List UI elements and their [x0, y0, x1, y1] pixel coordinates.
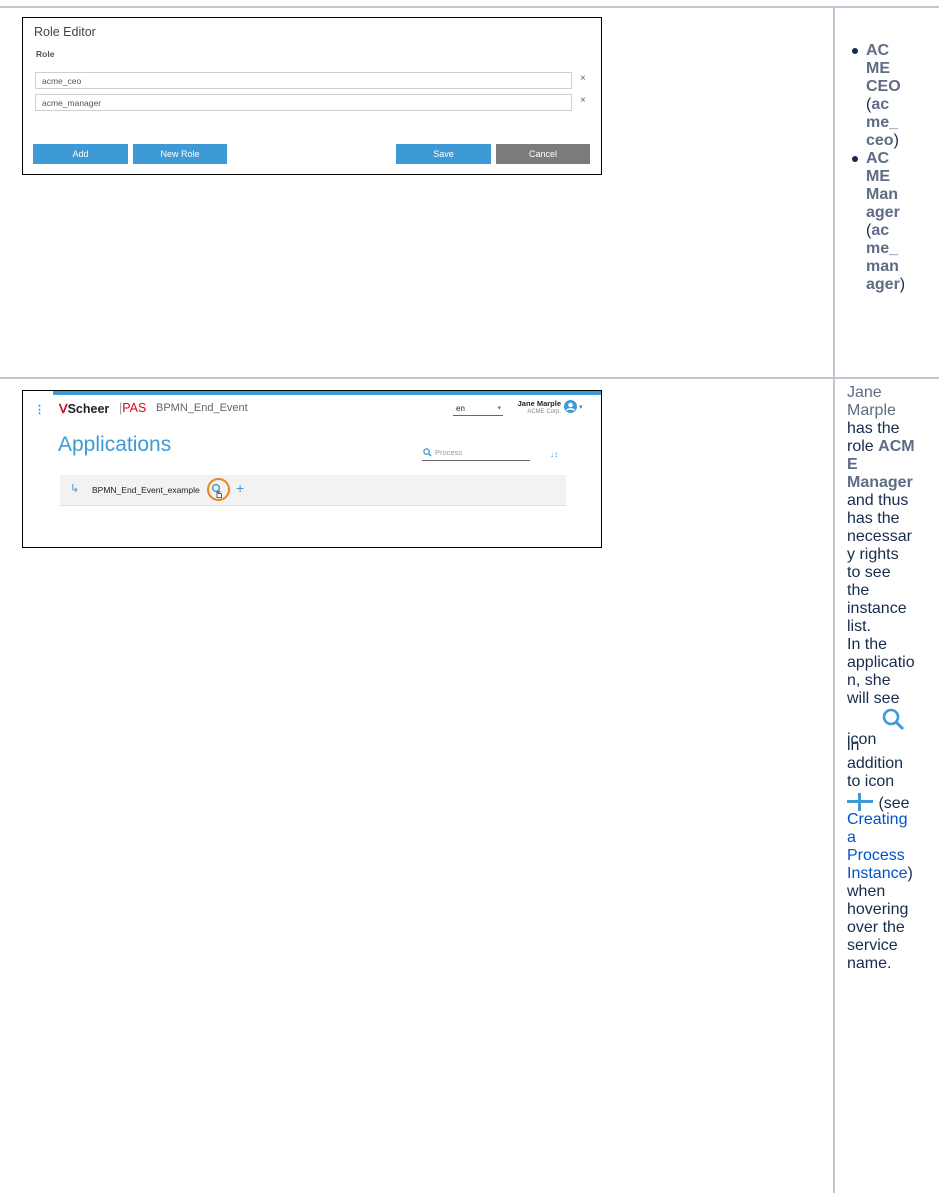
- creating-process-instance-link[interactable]: Instance: [847, 865, 907, 882]
- list-item[interactable]: ↳ BPMN_End_Event_example +: [60, 475, 566, 506]
- role-name-line: AC: [866, 42, 890, 59]
- menu-icon[interactable]: ⋮: [34, 403, 45, 416]
- text-line: Jane: [847, 384, 882, 401]
- role-name-line: CEO: [866, 78, 901, 95]
- text-line: the: [847, 582, 870, 599]
- bullet-icon: [852, 48, 858, 54]
- creating-process-instance-link[interactable]: Creating: [847, 811, 915, 829]
- chevron-down-icon: ▾: [497, 405, 501, 412]
- table-top-border: [0, 6, 939, 8]
- role-code-line: ager: [866, 276, 900, 293]
- role-code-line: me_: [866, 240, 899, 257]
- role-input-1[interactable]: acme_ceo: [35, 72, 572, 89]
- instance-search-icon[interactable]: [211, 483, 225, 499]
- add-instance-icon[interactable]: +: [236, 480, 244, 496]
- user-org: ACME Corp.: [527, 409, 561, 415]
- paren-close: ): [893, 132, 899, 149]
- icon-line: icon: [847, 708, 915, 748]
- text-line: applicatio: [847, 654, 915, 671]
- bullet-icon: [852, 156, 858, 162]
- user-name: Jane Marple: [517, 399, 561, 408]
- text-word: role: [847, 438, 874, 455]
- role-label: Role: [36, 49, 55, 59]
- text-line: to see: [847, 564, 891, 581]
- text-line: has the: [847, 510, 900, 527]
- role-code-line: ceo: [866, 132, 894, 149]
- table-column-divider: [833, 6, 835, 1193]
- process-search-input[interactable]: Process: [422, 447, 530, 461]
- text-line: n, she: [847, 672, 891, 689]
- paren-close: ): [899, 276, 906, 293]
- new-role-button[interactable]: New Role: [133, 144, 227, 164]
- text-line: will see: [847, 690, 900, 707]
- plus-icon: [847, 793, 873, 811]
- scheer-logo-text: Scheer: [67, 402, 110, 416]
- app-name: BPMN_End_Event: [156, 402, 248, 414]
- creating-process-instance-link[interactable]: Process: [847, 847, 915, 865]
- cancel-button[interactable]: Cancel: [496, 144, 590, 164]
- text-line: instance: [847, 600, 907, 617]
- language-select[interactable]: en ▾: [453, 404, 503, 416]
- text-word: (see: [878, 795, 910, 812]
- save-button[interactable]: Save: [396, 144, 491, 164]
- role-editor-title: Role Editor: [34, 25, 96, 39]
- page-title: Applications: [58, 433, 172, 456]
- text-line: addition: [847, 755, 904, 772]
- text-line: service: [847, 937, 898, 954]
- user-menu-chevron-icon[interactable]: ▾: [579, 403, 583, 411]
- text-line: In the: [847, 636, 888, 653]
- role-editor-screenshot: Role Editor Role acme_ceo × acme_manager…: [22, 17, 602, 175]
- pas-logo-text: PAS: [122, 401, 147, 415]
- text-line: y rights: [847, 546, 899, 563]
- pas-logo: |PAS: [119, 401, 146, 415]
- role-item-manager: AC ME Man ager (ac me_ man ager): [847, 150, 939, 294]
- search-icon: [882, 708, 904, 731]
- avatar-icon[interactable]: [564, 400, 577, 418]
- add-button[interactable]: Add: [33, 144, 128, 164]
- text-line: Marple: [847, 402, 896, 419]
- role-input-2[interactable]: acme_manager: [35, 94, 572, 111]
- text-line: has the: [847, 420, 900, 437]
- search-icon: [423, 448, 432, 457]
- role-name-line: E: [847, 456, 858, 473]
- text-line: necessar: [847, 528, 912, 545]
- sort-icon[interactable]: ↓↕: [550, 450, 558, 459]
- text-line: over the: [847, 919, 905, 936]
- paren-close: ): [907, 865, 913, 882]
- text-line: and thus: [847, 492, 909, 509]
- role-name-line: ME: [866, 168, 890, 185]
- top-accent-gap: [23, 391, 53, 395]
- language-value: en: [456, 404, 465, 413]
- role-name-line: AC: [866, 150, 890, 167]
- role-code-line: me_: [866, 114, 899, 131]
- role-name-line: ME: [866, 60, 890, 77]
- text-line: to icon: [847, 773, 895, 790]
- subdirectory-arrow-icon: ↳: [70, 483, 80, 495]
- search-placeholder: Process: [435, 448, 463, 457]
- text-line: when: [847, 883, 886, 900]
- role-name-line: Man: [866, 186, 898, 203]
- text-line: list.: [847, 618, 871, 635]
- roles-list: AC ME CEO (ac me_ ceo) AC ME Man ager (a…: [847, 42, 939, 294]
- role-code-line: man: [866, 258, 899, 275]
- service-name[interactable]: BPMN_End_Event_example: [92, 485, 200, 495]
- text-line: hovering: [847, 901, 909, 918]
- role-code-line: ac: [871, 222, 890, 239]
- role-item-ceo: AC ME CEO (ac me_ ceo): [847, 42, 939, 150]
- top-accent-bar: [23, 391, 601, 395]
- scheer-mark-icon: Ⅴ: [59, 402, 68, 416]
- scheer-logo: ⅤScheer: [59, 401, 109, 416]
- table-row-divider: [0, 377, 939, 379]
- text-line: name.: [847, 955, 892, 972]
- description-text: Jane Marple has the role ACM E Manager a…: [847, 384, 915, 973]
- role-code-line: ac: [871, 96, 890, 113]
- remove-role-2-icon[interactable]: ×: [580, 95, 586, 106]
- role-name-line: ACM: [878, 438, 915, 455]
- creating-process-instance-link[interactable]: a: [847, 829, 915, 847]
- role-name-line: Manager: [847, 474, 913, 491]
- remove-role-1-icon[interactable]: ×: [580, 73, 586, 84]
- role-name-line: ager: [866, 204, 900, 221]
- pas-app-screenshot: ⋮ ⅤScheer |PAS BPMN_End_Event en ▾ Jane …: [22, 390, 602, 548]
